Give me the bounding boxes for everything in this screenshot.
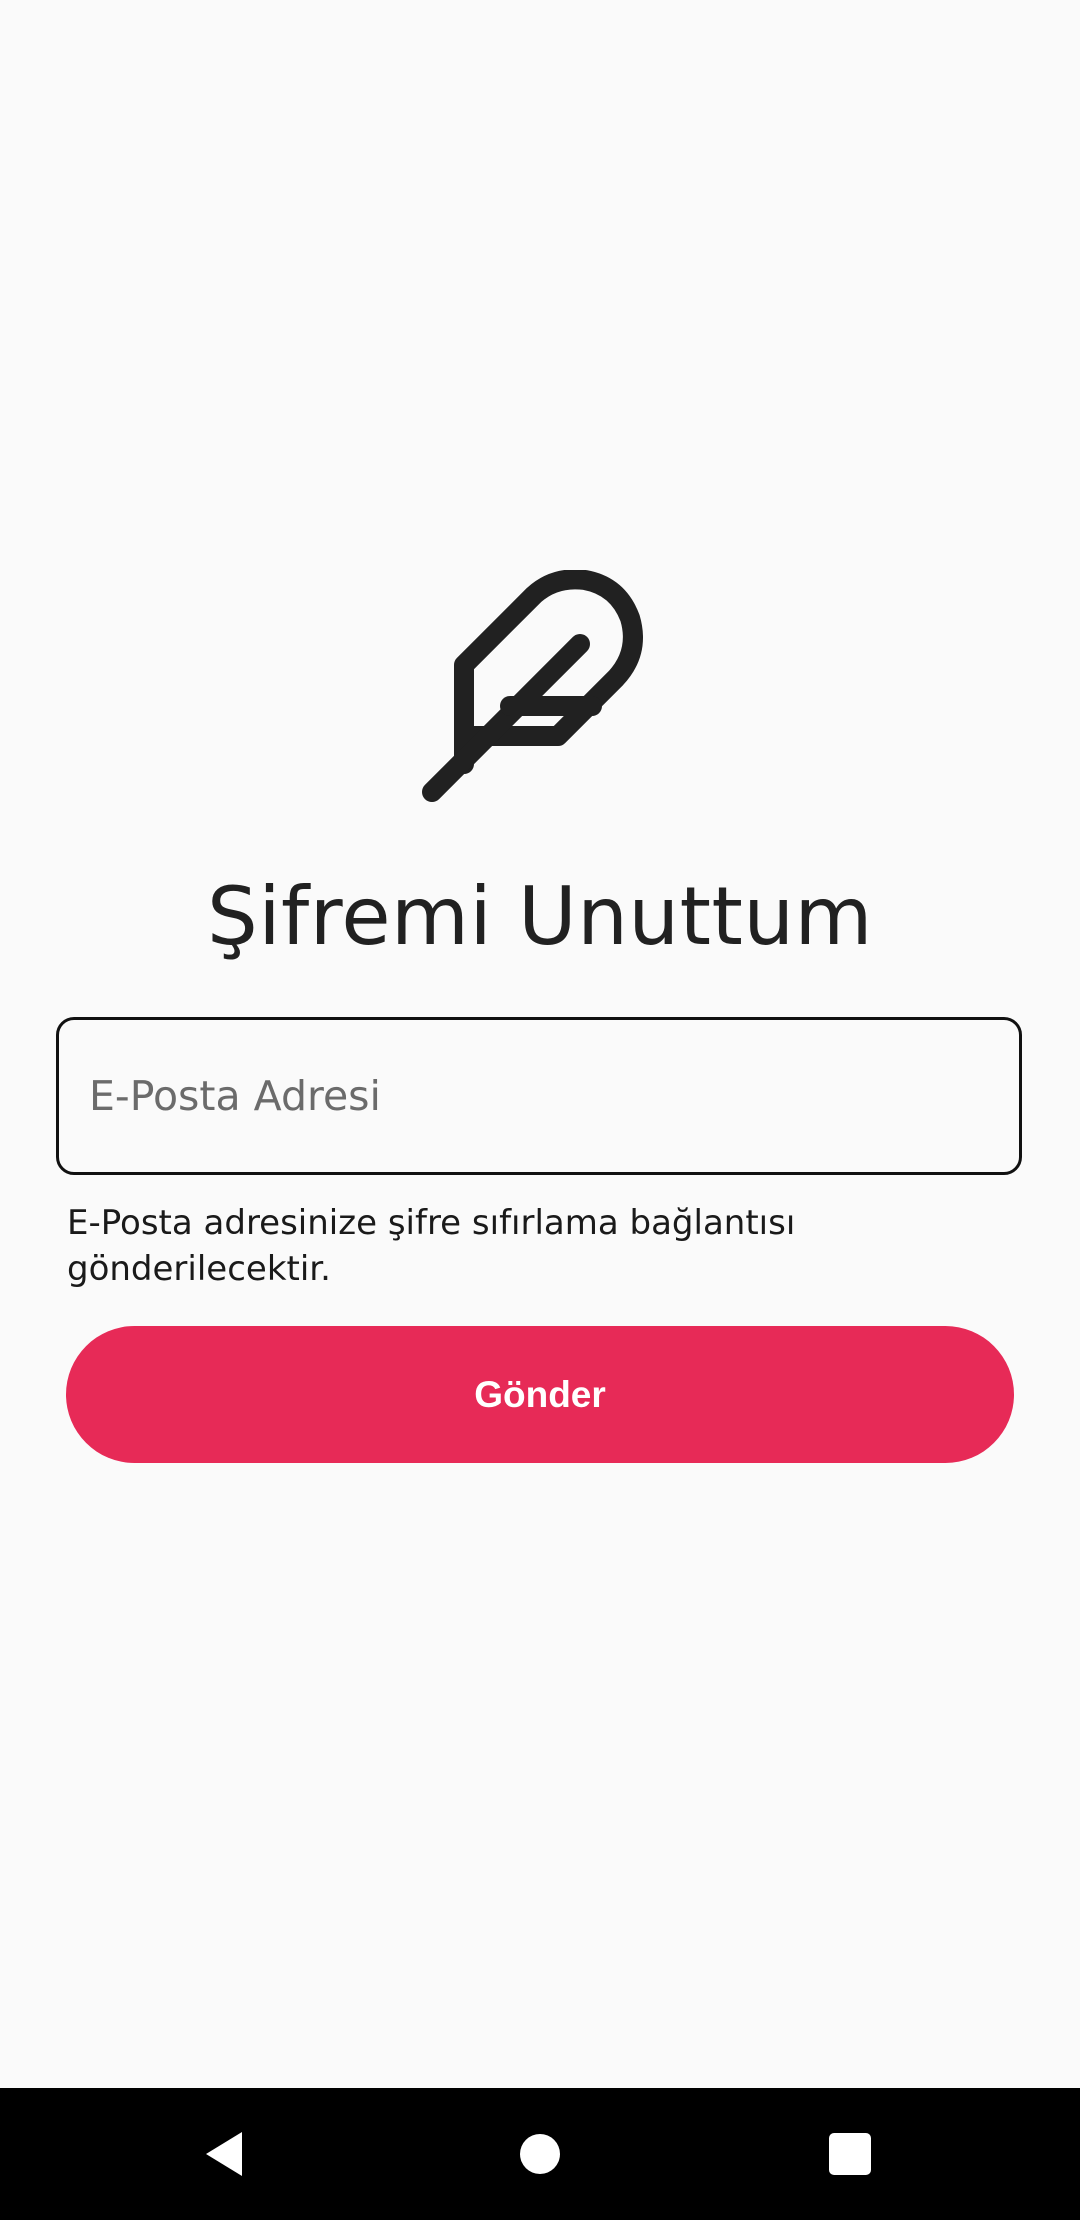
helper-text: E-Posta adresinize şifre sıfırlama bağla… xyxy=(67,1203,796,1289)
system-navigation-bar xyxy=(0,2088,1080,2220)
recents-square-icon xyxy=(829,2133,871,2175)
feather-icon xyxy=(420,570,660,810)
home-circle-icon xyxy=(520,2134,560,2174)
home-button[interactable] xyxy=(500,2114,580,2194)
back-button[interactable] xyxy=(186,2114,266,2194)
page-title: Şifremi Unuttum xyxy=(207,870,873,963)
email-input[interactable] xyxy=(89,1020,989,1172)
email-field[interactable] xyxy=(56,1017,1022,1175)
recents-button[interactable] xyxy=(810,2114,890,2194)
send-button[interactable]: Gönder xyxy=(66,1326,1014,1463)
back-triangle-icon xyxy=(206,2132,242,2176)
